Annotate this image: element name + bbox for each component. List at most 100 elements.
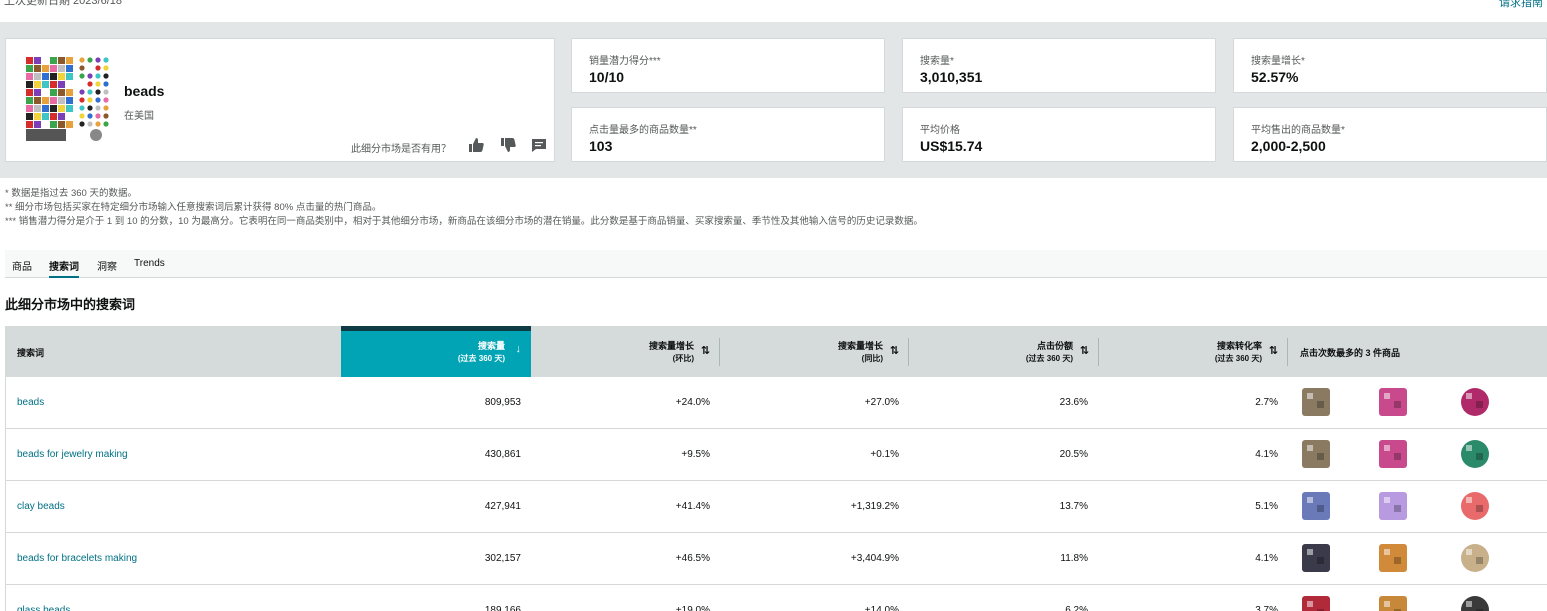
header-growth-qoq[interactable]: 搜索量增长 (环比) ⇅ xyxy=(531,326,720,377)
metric-card-average-price: 平均价格 US$15.74 xyxy=(902,107,1216,162)
product-thumbnail[interactable] xyxy=(1458,541,1492,575)
table-row: glass beads 189,166 +19.0% +14.0% 6.2% 3.7% xyxy=(5,585,1547,611)
search-term-link[interactable]: glass beads xyxy=(17,605,70,611)
table-row: clay beads 427,941 +41.4% +1,319.2% 13.7% 5.1… xyxy=(5,481,1547,533)
tab-trends[interactable]: Trends xyxy=(134,258,165,269)
growth-qoq-value: +24.0% xyxy=(675,397,710,408)
product-thumbnail[interactable] xyxy=(1376,593,1410,611)
growth-yoy-value: +3,404.9% xyxy=(850,553,899,564)
section-title: 此细分市场中的搜索词 xyxy=(5,297,136,312)
product-thumbnail[interactable] xyxy=(1299,437,1333,471)
metric-card-sales-potential: 销量潜力得分*** 10/10 xyxy=(571,38,885,93)
conversion-value: 2.7% xyxy=(1255,397,1278,408)
growth-yoy-value: +14.0% xyxy=(864,605,899,611)
header-conversion[interactable]: 搜索转化率 (过去 360 天) ⇅ xyxy=(1099,326,1288,377)
product-thumbnail[interactable] xyxy=(1458,385,1492,419)
metric-label: 搜索量* xyxy=(920,56,954,67)
product-thumbnail[interactable] xyxy=(1376,489,1410,523)
metric-label: 搜索量增长* xyxy=(1251,56,1305,67)
tab-products[interactable]: 商品 xyxy=(12,258,32,273)
growth-yoy-value: +27.0% xyxy=(864,397,899,408)
growth-qoq-value: +19.0% xyxy=(675,605,710,611)
product-thumbnail[interactable] xyxy=(1376,385,1410,419)
header-search-volume[interactable]: 搜索量 (过去 360 天) ↓ xyxy=(341,326,531,377)
useful-question: 此细分市场是否有用？ xyxy=(351,144,451,155)
sort-icon[interactable]: ⇅ xyxy=(1269,344,1278,357)
guide-link[interactable]: 请求指南 xyxy=(1499,0,1543,10)
metric-value: US$15.74 xyxy=(920,138,983,154)
niche-summary: beads 在美国 此细分市场是否有用？ 销量潜力得分*** 10/10 搜索量… xyxy=(0,22,1547,178)
metric-label: 销量潜力得分*** xyxy=(589,56,661,67)
table-row: beads for jewelry making 430,861 +9.5% +0.1… xyxy=(5,429,1547,481)
header-growth-yoy[interactable]: 搜索量增长 (同比) ⇅ xyxy=(720,326,909,377)
metric-value: 3,010,351 xyxy=(920,69,983,85)
metric-label: 平均售出的商品数量* xyxy=(1251,125,1345,136)
metric-label: 平均价格 xyxy=(920,125,960,136)
search-volume-value: 809,953 xyxy=(484,397,521,408)
growth-qoq-value: +41.4% xyxy=(675,501,710,512)
table-row: beads 809,953 +24.0% +27.0% 23.6% 2.7% xyxy=(5,377,1547,429)
niche-title: beads xyxy=(124,83,165,99)
table-header: 搜索词 搜索量 (过去 360 天) ↓ 搜索量增长 (环比) ⇅ 搜索量增长 … xyxy=(5,326,1547,377)
click-share-value: 11.8% xyxy=(1060,553,1088,564)
product-thumbnail[interactable] xyxy=(1376,541,1410,575)
top-band: 上次更新日期 2023/6/18 请求指南 xyxy=(0,0,1547,22)
product-thumbnail[interactable] xyxy=(1299,593,1333,611)
conversion-value: 4.1% xyxy=(1255,553,1278,564)
conversion-value: 4.1% xyxy=(1255,449,1278,460)
growth-qoq-value: +46.5% xyxy=(675,553,710,564)
click-share-value: 23.6% xyxy=(1059,397,1088,408)
thumbs-down-icon[interactable] xyxy=(500,137,516,153)
tab-insights[interactable]: 洞察 xyxy=(97,258,117,273)
click-share-value: 6.2% xyxy=(1065,605,1088,611)
search-term-link[interactable]: beads for jewelry making xyxy=(17,449,128,460)
product-thumbnail[interactable] xyxy=(1376,437,1410,471)
metric-label: 点击量最多的商品数量** xyxy=(589,125,697,136)
conversion-value: 3.7% xyxy=(1255,605,1278,611)
metric-value: 2,000-2,500 xyxy=(1251,138,1326,154)
footnotes: * 数据是指过去 360 天的数据。 ** 细分市场包括买家在特定细分市场输入任… xyxy=(5,187,923,229)
metric-card-units-sold: 平均售出的商品数量* 2,000-2,500 xyxy=(1233,107,1547,162)
tab-bar: 商品 搜索词 洞察 Trends xyxy=(5,250,1547,278)
product-thumbnail[interactable] xyxy=(1458,593,1492,611)
metric-value: 103 xyxy=(589,138,613,154)
footnote: *** 销售潜力得分是介于 1 到 10 的分数，10 为最高分。它表明在同一商… xyxy=(5,216,923,227)
metric-card-top-clicked-products: 点击量最多的商品数量** 103 xyxy=(571,107,885,162)
niche-thumbnail xyxy=(24,55,116,145)
search-term-link[interactable]: beads for bracelets making xyxy=(17,553,137,564)
search-volume-value: 427,941 xyxy=(484,501,521,512)
product-thumbnail[interactable] xyxy=(1299,385,1333,419)
search-volume-value: 430,861 xyxy=(484,449,521,460)
metric-value: 52.57% xyxy=(1251,69,1299,85)
sort-icon[interactable]: ⇅ xyxy=(890,344,899,357)
product-thumbnail[interactable] xyxy=(1299,489,1333,523)
metric-card-search-growth: 搜索量增长* 52.57% xyxy=(1233,38,1547,93)
click-share-value: 20.5% xyxy=(1059,449,1088,460)
thumbs-up-icon[interactable] xyxy=(468,137,484,153)
header-top-products: 点击次数最多的 3 件商品 xyxy=(1300,348,1401,358)
sort-icon[interactable]: ⇅ xyxy=(701,344,710,357)
table-row: beads for bracelets making 302,157 +46.5% +… xyxy=(5,533,1547,585)
sort-icon[interactable]: ⇅ xyxy=(1080,344,1089,357)
click-share-value: 13.7% xyxy=(1059,501,1088,512)
growth-qoq-value: +9.5% xyxy=(681,449,710,460)
footnote: ** 细分市场包括买家在特定细分市场输入任意搜索词后累计获得 80% 点击量的热… xyxy=(5,202,382,213)
product-thumbnail[interactable] xyxy=(1458,489,1492,523)
metric-value: 10/10 xyxy=(589,69,625,85)
search-volume-value: 189,166 xyxy=(484,605,521,611)
product-thumbnail[interactable] xyxy=(1458,437,1492,471)
comment-icon[interactable] xyxy=(531,137,547,153)
search-volume-value: 302,157 xyxy=(484,553,521,564)
search-term-link[interactable]: beads xyxy=(17,397,44,408)
niche-card: beads 在美国 此细分市场是否有用？ xyxy=(5,38,555,162)
header-click-share[interactable]: 点击份额 (过去 360 天) ⇅ xyxy=(909,326,1099,377)
niche-location: 在美国 xyxy=(124,111,154,122)
arrow-down-icon[interactable]: ↓ xyxy=(516,343,522,355)
search-term-link[interactable]: clay beads xyxy=(17,501,65,512)
header-search-term: 搜索词 xyxy=(17,348,45,358)
product-thumbnail[interactable] xyxy=(1299,541,1333,575)
conversion-value: 5.1% xyxy=(1255,501,1278,512)
last-updated-text: 上次更新日期 2023/6/18 xyxy=(4,0,122,7)
tab-search-terms[interactable]: 搜索词 xyxy=(49,258,79,278)
growth-yoy-value: +0.1% xyxy=(870,449,899,460)
